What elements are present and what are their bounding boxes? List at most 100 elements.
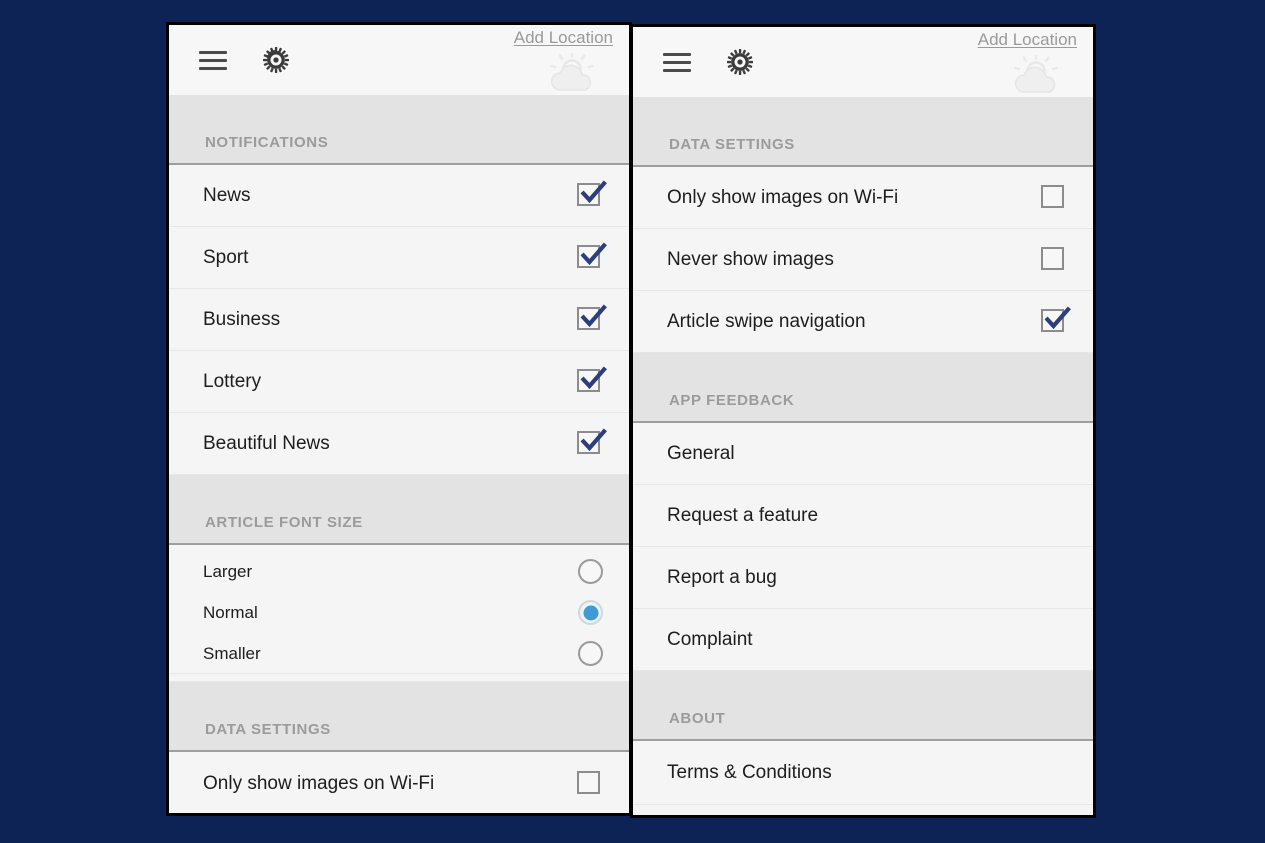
row-label: Complaint (667, 629, 753, 650)
check-icon (580, 428, 607, 451)
row-control (1041, 246, 1067, 273)
row-label: Larger (203, 562, 253, 581)
radio-smaller[interactable] (578, 640, 603, 666)
row-control (577, 770, 603, 797)
section-title: ARTICLE FONT SIZE (205, 514, 363, 531)
section-header-article-font-size: ARTICLE FONT SIZE (169, 475, 629, 545)
gear-icon[interactable] (725, 47, 755, 77)
checkbox-box (1041, 184, 1064, 208)
checkbox-box (577, 770, 600, 794)
checkbox-article-swipe-navigation[interactable] (1041, 306, 1071, 335)
app-bar-right-actions: Add Location (455, 25, 615, 95)
row-control (578, 559, 603, 584)
checkbox-box (1041, 246, 1064, 270)
hamburger-bar (199, 50, 227, 54)
row-control (577, 428, 607, 457)
checkbox-sport[interactable] (577, 242, 607, 271)
hamburger-bar (199, 58, 227, 62)
table-row[interactable]: Normal (169, 592, 629, 633)
check-icon (580, 304, 607, 327)
add-location-link[interactable]: Add Location (514, 28, 613, 48)
radio-group-article-font-size: Larger Normal Smaller (169, 545, 629, 682)
checkbox-lottery[interactable] (577, 366, 607, 395)
table-row[interactable]: Business (169, 289, 629, 351)
gear-icon[interactable] (261, 45, 291, 75)
table-row[interactable]: Only show images on Wi-Fi (633, 167, 1093, 229)
table-row[interactable]: Lottery (169, 351, 629, 413)
row-label: Terms & Conditions (667, 762, 832, 783)
table-row[interactable]: Larger (169, 551, 629, 592)
checkbox-news[interactable] (577, 180, 607, 209)
row-control (578, 600, 603, 625)
check-icon (580, 366, 607, 389)
hamburger-menu-icon[interactable] (663, 52, 691, 72)
left-settings-panel: Add Location NOTIFICATIONS News Sport Bu… (166, 22, 632, 816)
section-title: NOTIFICATIONS (205, 134, 329, 151)
hamburger-bar (663, 52, 691, 56)
row-label: Beautiful News (203, 433, 330, 454)
row-label: Article swipe navigation (667, 311, 866, 332)
app-bar-left-actions (199, 45, 291, 75)
row-label: Request a feature (667, 505, 819, 526)
checkbox-beautiful-news[interactable] (577, 428, 607, 457)
row-label: Smaller (203, 643, 261, 663)
add-location-link[interactable]: Add Location (978, 30, 1077, 50)
row-label: Lottery (203, 371, 262, 392)
table-row[interactable]: Sport (169, 227, 629, 289)
section-header-about: ABOUT (633, 671, 1093, 741)
hamburger-bar (663, 60, 691, 64)
section-title: ABOUT (669, 710, 726, 727)
row-control (1041, 184, 1067, 211)
section-title: APP FEEDBACK (669, 392, 795, 409)
checkbox-business[interactable] (577, 304, 607, 333)
row-control (577, 304, 607, 333)
section-header-notifications: NOTIFICATIONS (169, 95, 629, 165)
sun-behind-cloud-icon (545, 53, 601, 93)
app-bar: Add Location (169, 25, 629, 95)
section-header-app-feedback: APP FEEDBACK (633, 353, 1093, 423)
check-icon (580, 242, 607, 265)
hamburger-bar (663, 68, 691, 72)
table-row[interactable]: Report a bug (633, 547, 1093, 609)
row-label: Sport (203, 247, 249, 268)
section-header-data-settings: DATA SETTINGS (633, 97, 1093, 167)
table-row[interactable]: General (633, 423, 1093, 485)
row-label: Never show images (667, 249, 834, 270)
table-row[interactable]: Beautiful News (169, 413, 629, 475)
check-icon (1044, 306, 1071, 329)
hamburger-bar (199, 66, 227, 70)
table-row[interactable]: Smaller (169, 633, 629, 674)
table-row[interactable]: Only show images on Wi-Fi (169, 752, 629, 813)
row-label: Normal (203, 603, 258, 622)
table-row[interactable]: Article swipe navigation (633, 291, 1093, 353)
panel-content: Add Location (169, 25, 629, 813)
radio-larger[interactable] (578, 559, 603, 584)
table-row[interactable]: Complaint (633, 609, 1093, 671)
section-title: DATA SETTINGS (205, 721, 331, 738)
row-control (1041, 306, 1071, 335)
row-control (577, 242, 607, 271)
row-label: Business (203, 309, 281, 330)
row-label: News (203, 185, 251, 206)
hamburger-menu-icon[interactable] (199, 50, 227, 70)
table-row[interactable]: Request a feature (633, 485, 1093, 547)
section-title: DATA SETTINGS (669, 136, 795, 153)
radio-dot (583, 605, 598, 620)
row-control (577, 366, 607, 395)
checkbox-never-show-images[interactable] (1041, 246, 1067, 273)
row-label: General (667, 443, 735, 464)
row-label: Only show images on Wi-Fi (203, 773, 435, 794)
panel-content: Add Location (633, 27, 1093, 815)
app-bar-right-actions: Add Location (919, 27, 1079, 97)
app-bar-left-actions (663, 47, 755, 77)
radio-normal[interactable] (578, 600, 603, 625)
checkbox-only-show-images-on-wifi[interactable] (1041, 184, 1067, 211)
sun-behind-cloud-icon (1009, 55, 1065, 95)
checkbox-only-show-images-on-wifi[interactable] (577, 770, 603, 797)
table-row[interactable]: Terms & Conditions (633, 741, 1093, 805)
table-row[interactable]: News (169, 165, 629, 227)
right-settings-panel: Add Location DATA SETTINGS Only show ima… (630, 24, 1096, 818)
row-label: Report a bug (667, 567, 777, 588)
screenshot-stage: Add Location NOTIFICATIONS News Sport Bu… (0, 0, 1265, 843)
table-row[interactable]: Never show images (633, 229, 1093, 291)
